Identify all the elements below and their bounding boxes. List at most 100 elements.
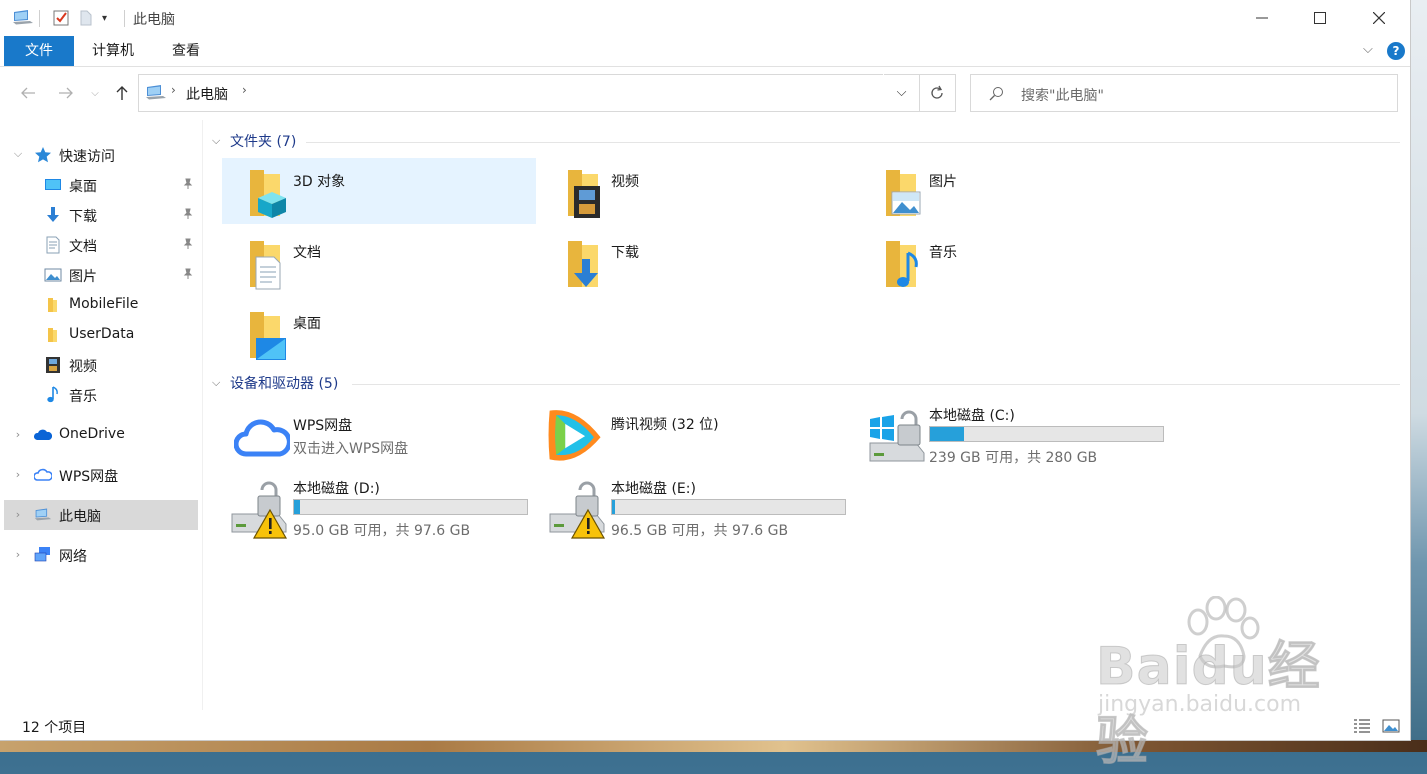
windows-drive-icon [869,410,925,462]
drive-free-space: 239 GB 可用，共 280 GB [929,450,1098,466]
refresh-button[interactable] [919,74,956,112]
folder-name: 下载 [611,245,639,261]
device-wps-cloud[interactable]: WPS网盘 双击进入WPS网盘 [222,402,536,468]
back-button[interactable] [15,80,41,106]
tab-file[interactable]: 文件 [4,36,74,66]
maximize-button[interactable] [1291,0,1349,36]
forward-button[interactable] [53,80,79,106]
pin-icon[interactable] [182,178,194,190]
this-pc-icon [146,85,166,100]
pin-icon[interactable] [182,208,194,220]
search-box[interactable]: 搜索"此电脑" [970,74,1398,112]
properties-icon[interactable] [52,9,70,27]
picture-icon [44,268,62,282]
nav-music[interactable]: 音乐 [4,380,198,410]
expand-chevron-icon[interactable]: ⌵ [12,147,24,160]
nav-wps-cloud[interactable]: › WPS网盘 [4,460,198,490]
download-arrow-icon [47,207,59,222]
expand-chevron-icon[interactable]: › [12,548,24,561]
desktop-folder-icon [250,312,286,360]
folder-icon [48,298,57,312]
drive-usage-bar [293,499,528,515]
folder-desktop[interactable]: 桌面 [222,300,536,366]
device-name: 腾讯视频 (32 位) [611,417,719,433]
new-folder-icon[interactable] [78,9,94,27]
nav-this-pc[interactable]: › 此电脑 [4,500,198,530]
maximize-icon [1314,12,1326,24]
large-icons-view-icon[interactable] [1382,718,1400,734]
collapse-chevron-icon[interactable]: ⌵ [212,376,226,390]
folder-documents[interactable]: 文档 [222,229,536,295]
customize-qa-dropdown-icon[interactable]: ▾ [102,9,107,27]
drive-warning-icon [231,481,288,539]
minimize-button[interactable] [1233,0,1291,36]
nav-userdata[interactable]: UserData [4,320,198,350]
drive-c[interactable]: 本地磁盘 (C:) 239 GB 可用，共 280 GB [866,405,1186,469]
wps-cloud-icon [234,419,290,457]
folder-name: 音乐 [929,245,957,261]
breadcrumb-chevron-icon[interactable]: › [171,83,176,97]
nav-documents[interactable]: 文档 [4,230,198,260]
folder-3d-objects[interactable]: 3D 对象 [222,158,536,224]
desktop-icon [45,179,61,190]
nav-onedrive[interactable]: › OneDrive [4,420,198,450]
drive-usage-fill [930,427,965,441]
drive-free-space: 95.0 GB 可用，共 97.6 GB [293,523,471,539]
drive-e[interactable]: 本地磁盘 (E:) 96.5 GB 可用，共 97.6 GB [548,478,868,542]
music-folder-icon [886,241,918,287]
nav-network[interactable]: › 网络 [4,540,198,570]
details-view-icon[interactable] [1353,718,1371,734]
expand-ribbon-icon[interactable]: ⌵ [1363,42,1373,57]
documents-folder-icon [250,241,281,290]
group-header-folders[interactable]: ⌵ 文件夹 (7) [212,131,296,151]
folder-downloads[interactable]: 下载 [540,229,854,295]
drive-d[interactable]: 本地磁盘 (D:) 95.0 GB 可用，共 97.6 GB [230,478,550,542]
nav-mobilefile[interactable]: MobileFile [4,290,198,320]
forward-arrow-icon [59,87,73,99]
onedrive-cloud-icon [34,429,52,440]
wps-cloud-icon [34,468,52,481]
help-icon[interactable]: ? [1387,42,1405,60]
close-icon [1373,12,1385,24]
up-button[interactable] [109,80,135,106]
nav-videos[interactable]: 视频 [4,350,198,380]
folder-name: 桌面 [293,316,321,332]
folder-name: 视频 [611,174,639,190]
search-icon [989,87,1003,101]
nav-pictures[interactable]: 图片 [4,260,198,290]
star-icon [35,147,51,163]
this-pc-icon [34,508,52,521]
drive-name: 本地磁盘 (C:) [929,408,1015,424]
breadcrumb-this-pc[interactable]: 此电脑 [186,84,228,104]
tencent-video-icon [548,410,601,461]
nav-downloads[interactable]: 下载 [4,200,198,230]
expand-chevron-icon[interactable]: › [12,428,24,441]
drive-usage-bar [929,426,1164,442]
drive-usage-fill [612,500,616,514]
folder-music[interactable]: 音乐 [858,229,1172,295]
network-icon [34,547,50,562]
tab-view[interactable]: 查看 [160,36,212,66]
expand-chevron-icon[interactable]: › [12,508,24,521]
address-history-dropdown[interactable]: ⌵ [883,74,919,110]
device-tencent-video[interactable]: 腾讯视频 (32 位) [540,402,854,468]
close-button[interactable] [1350,0,1408,36]
minimize-icon [1256,17,1268,19]
file-explorer-window: ▾ 此电脑 文件 计算机 查看 ⌵ ? ⌵ › 此电脑 › ⌵ 搜索"此电脑" … [0,0,1411,741]
group-header-devices[interactable]: ⌵ 设备和驱动器 (5) [212,373,338,393]
drive-warning-icon [549,481,606,539]
nav-quick-access[interactable]: ⌵ 快速访问 [4,140,198,170]
address-bar[interactable]: › 此电脑 › [138,74,920,112]
pin-icon[interactable] [182,238,194,250]
folder-pictures[interactable]: 图片 [858,158,1172,224]
pin-icon[interactable] [182,268,194,280]
tab-computer[interactable]: 计算机 [82,36,144,66]
folder-videos[interactable]: 视频 [540,158,854,224]
chevron-down-icon: ⌵ [896,84,907,100]
recent-locations-dropdown[interactable]: ⌵ [84,80,106,106]
expand-chevron-icon[interactable]: › [12,468,24,481]
nav-desktop[interactable]: 桌面 [4,170,198,200]
collapse-chevron-icon[interactable]: ⌵ [212,134,226,148]
title-separator [124,10,125,27]
breadcrumb-chevron-icon[interactable]: › [242,83,247,97]
